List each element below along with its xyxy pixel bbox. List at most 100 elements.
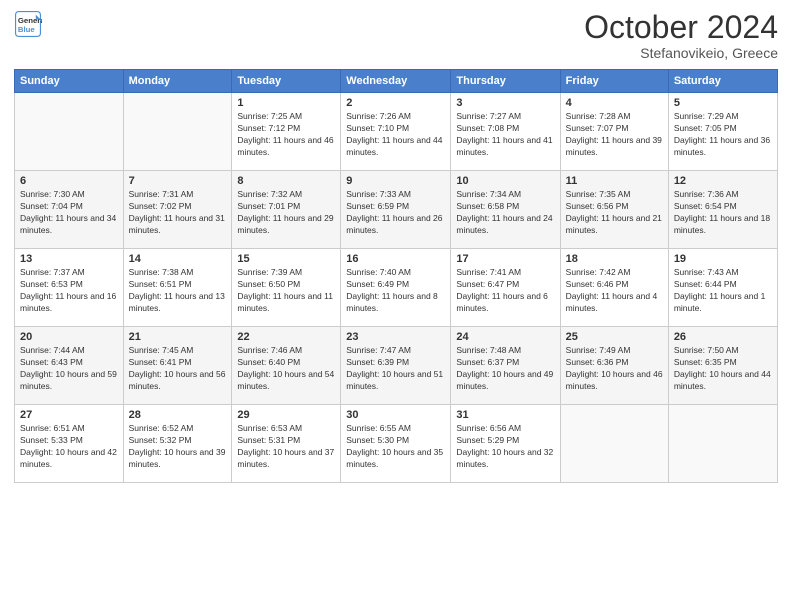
calendar-day-cell: 23 Sunrise: 7:47 AMSunset: 6:39 PMDayligh… — [341, 327, 451, 405]
calendar-day-cell: 31 Sunrise: 6:56 AMSunset: 5:29 PMDayligh… — [451, 405, 560, 483]
day-number: 2 — [346, 97, 445, 109]
day-number: 13 — [20, 253, 118, 265]
weekday-header-cell: Wednesday — [341, 70, 451, 93]
calendar-day-cell: 7Sunrise: 7:31 AMSunset: 7:02 PMDaylight… — [123, 171, 232, 249]
logo: General Blue — [14, 10, 42, 38]
calendar-day-cell: 17Sunrise: 7:41 AMSunset: 6:47 PMDayligh… — [451, 249, 560, 327]
day-info: Sunrise: 7:26 AMSunset: 7:10 PMDaylight:… — [346, 111, 445, 159]
day-info: Sunrise: 7:47 AMSunset: 6:39 PMDaylight:… — [346, 345, 445, 393]
day-info: Sunrise: 7:36 AMSunset: 6:54 PMDaylight:… — [674, 189, 772, 237]
calendar-day-cell — [15, 93, 124, 171]
weekday-header-cell: Thursday — [451, 70, 560, 93]
day-info: Sunrise: 7:40 AMSunset: 6:49 PMDaylight:… — [346, 267, 445, 315]
day-number: 21 — [129, 331, 227, 343]
day-info: Sunrise: 7:46 AMSunset: 6:40 PMDaylight:… — [237, 345, 335, 393]
day-number: 3 — [456, 97, 554, 109]
calendar-day-cell: 25 Sunrise: 7:49 AMSunset: 6:36 PMDayligh… — [560, 327, 668, 405]
day-info: Sunrise: 7:33 AMSunset: 6:59 PMDaylight:… — [346, 189, 445, 237]
calendar-day-cell: 6 Sunrise: 7:30 AMSunset: 7:04 PMDaylight… — [15, 171, 124, 249]
location-subtitle: Stefanovikeio, Greece — [584, 45, 778, 61]
calendar-day-cell — [560, 405, 668, 483]
calendar-day-cell: 30 Sunrise: 6:55 AMSunset: 5:30 PMDayligh… — [341, 405, 451, 483]
day-number: 5 — [674, 97, 772, 109]
day-number: 29 — [237, 409, 335, 421]
day-number: 7 — [129, 175, 227, 187]
day-number: 31 — [456, 409, 554, 421]
month-title: October 2024 — [584, 10, 778, 45]
calendar-day-cell — [123, 93, 232, 171]
day-info: Sunrise: 7:39 AMSunset: 6:50 PMDaylight:… — [237, 267, 335, 315]
day-info: Sunrise: 7:48 AMSunset: 6:37 PMDaylight:… — [456, 345, 554, 393]
day-number: 12 — [674, 175, 772, 187]
day-number: 4 — [566, 97, 663, 109]
day-info: Sunrise: 6:56 AMSunset: 5:29 PMDaylight:… — [456, 423, 554, 471]
day-number: 10 — [456, 175, 554, 187]
calendar-week-row: 20 Sunrise: 7:44 AMSunset: 6:43 PMDayligh… — [15, 327, 778, 405]
day-number: 27 — [20, 409, 118, 421]
day-number: 1 — [237, 97, 335, 109]
calendar-week-row: 13 Sunrise: 7:37 AMSunset: 6:53 PMDayligh… — [15, 249, 778, 327]
calendar-table: SundayMondayTuesdayWednesdayThursdayFrid… — [14, 69, 778, 483]
day-info: Sunrise: 7:28 AMSunset: 7:07 PMDaylight:… — [566, 111, 663, 159]
day-number: 30 — [346, 409, 445, 421]
day-info: Sunrise: 7:43 AMSunset: 6:44 PMDaylight:… — [674, 267, 772, 315]
day-info: Sunrise: 7:45 AMSunset: 6:41 PMDaylight:… — [129, 345, 227, 393]
weekday-header-cell: Monday — [123, 70, 232, 93]
day-number: 28 — [129, 409, 227, 421]
day-info: Sunrise: 6:55 AMSunset: 5:30 PMDaylight:… — [346, 423, 445, 471]
svg-text:Blue: Blue — [18, 25, 36, 34]
day-info: Sunrise: 7:27 AMSunset: 7:08 PMDaylight:… — [456, 111, 554, 159]
day-info: Sunrise: 7:37 AMSunset: 6:53 PMDaylight:… — [20, 267, 118, 315]
day-number: 18 — [566, 253, 663, 265]
weekday-header-cell: Saturday — [668, 70, 777, 93]
calendar-day-cell: 18 Sunrise: 7:42 AMSunset: 6:46 PMDayligh… — [560, 249, 668, 327]
calendar-day-cell: 27 Sunrise: 6:51 AMSunset: 5:33 PMDayligh… — [15, 405, 124, 483]
title-block: October 2024 Stefanovikeio, Greece — [584, 10, 778, 61]
day-info: Sunrise: 7:41 AMSunset: 6:47 PMDaylight:… — [456, 267, 554, 315]
day-info: Sunrise: 6:52 AMSunset: 5:32 PMDaylight:… — [129, 423, 227, 471]
day-number: 22 — [237, 331, 335, 343]
logo-icon: General Blue — [14, 10, 42, 38]
calendar-day-cell: 5 Sunrise: 7:29 AMSunset: 7:05 PMDaylight… — [668, 93, 777, 171]
day-number: 14 — [129, 253, 227, 265]
header: General Blue October 2024 Stefanovikeio,… — [14, 10, 778, 61]
day-number: 23 — [346, 331, 445, 343]
calendar-day-cell: 20 Sunrise: 7:44 AMSunset: 6:43 PMDayligh… — [15, 327, 124, 405]
day-number: 19 — [674, 253, 772, 265]
day-number: 16 — [346, 253, 445, 265]
calendar-day-cell: 13 Sunrise: 7:37 AMSunset: 6:53 PMDayligh… — [15, 249, 124, 327]
day-info: Sunrise: 7:49 AMSunset: 6:36 PMDaylight:… — [566, 345, 663, 393]
calendar-day-cell: 26Sunrise: 7:50 AMSunset: 6:35 PMDayligh… — [668, 327, 777, 405]
day-number: 20 — [20, 331, 118, 343]
weekday-header-row: SundayMondayTuesdayWednesdayThursdayFrid… — [15, 70, 778, 93]
day-info: Sunrise: 7:38 AMSunset: 6:51 PMDaylight:… — [129, 267, 227, 315]
day-info: Sunrise: 7:44 AMSunset: 6:43 PMDaylight:… — [20, 345, 118, 393]
day-number: 6 — [20, 175, 118, 187]
calendar-day-cell: 28 Sunrise: 6:52 AMSunset: 5:32 PMDayligh… — [123, 405, 232, 483]
weekday-header-cell: Sunday — [15, 70, 124, 93]
day-number: 25 — [566, 331, 663, 343]
calendar-week-row: 1 Sunrise: 7:25 AMSunset: 7:12 PMDaylight… — [15, 93, 778, 171]
calendar-day-cell: 14 Sunrise: 7:38 AMSunset: 6:51 PMDayligh… — [123, 249, 232, 327]
calendar-day-cell: 16 Sunrise: 7:40 AMSunset: 6:49 PMDayligh… — [341, 249, 451, 327]
calendar-day-cell: 10Sunrise: 7:34 AMSunset: 6:58 PMDayligh… — [451, 171, 560, 249]
calendar-week-row: 6 Sunrise: 7:30 AMSunset: 7:04 PMDaylight… — [15, 171, 778, 249]
calendar-day-cell: 2 Sunrise: 7:26 AMSunset: 7:10 PMDaylight… — [341, 93, 451, 171]
day-info: Sunrise: 6:51 AMSunset: 5:33 PMDaylight:… — [20, 423, 118, 471]
day-info: Sunrise: 7:35 AMSunset: 6:56 PMDaylight:… — [566, 189, 663, 237]
day-info: Sunrise: 7:30 AMSunset: 7:04 PMDaylight:… — [20, 189, 118, 237]
day-info: Sunrise: 7:25 AMSunset: 7:12 PMDaylight:… — [237, 111, 335, 159]
calendar-day-cell: 1 Sunrise: 7:25 AMSunset: 7:12 PMDaylight… — [232, 93, 341, 171]
day-info: Sunrise: 7:29 AMSunset: 7:05 PMDaylight:… — [674, 111, 772, 159]
day-info: Sunrise: 7:42 AMSunset: 6:46 PMDaylight:… — [566, 267, 663, 315]
day-info: Sunrise: 7:32 AMSunset: 7:01 PMDaylight:… — [237, 189, 335, 237]
day-info: Sunrise: 6:53 AMSunset: 5:31 PMDaylight:… — [237, 423, 335, 471]
calendar-day-cell — [668, 405, 777, 483]
page: General Blue October 2024 Stefanovikeio,… — [0, 0, 792, 612]
day-number: 24 — [456, 331, 554, 343]
calendar-day-cell: 24 Sunrise: 7:48 AMSunset: 6:37 PMDayligh… — [451, 327, 560, 405]
calendar-day-cell: 19 Sunrise: 7:43 AMSunset: 6:44 PMDayligh… — [668, 249, 777, 327]
calendar-week-row: 27 Sunrise: 6:51 AMSunset: 5:33 PMDayligh… — [15, 405, 778, 483]
calendar-day-cell: 9Sunrise: 7:33 AMSunset: 6:59 PMDaylight… — [341, 171, 451, 249]
calendar-day-cell: 29 Sunrise: 6:53 AMSunset: 5:31 PMDayligh… — [232, 405, 341, 483]
